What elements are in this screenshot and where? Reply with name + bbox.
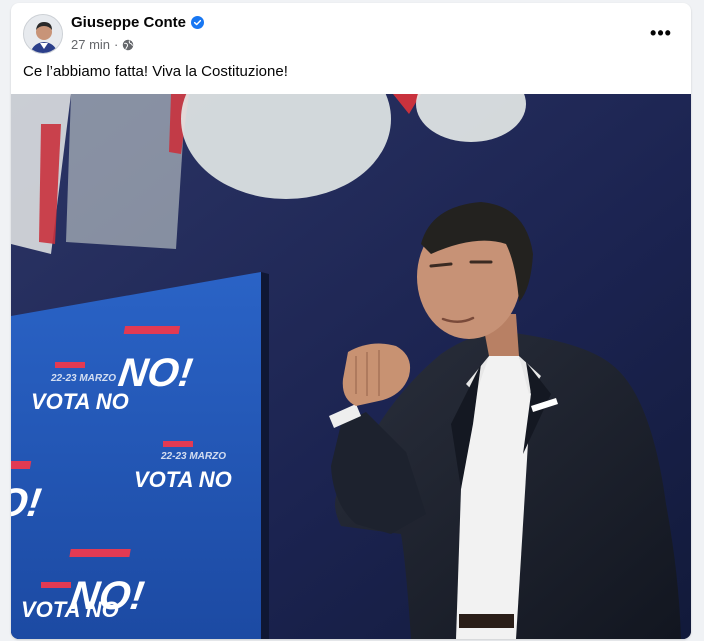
svg-text:VOTA NO: VOTA NO — [134, 467, 232, 492]
public-globe-icon — [122, 39, 134, 51]
svg-text:VOTA NO: VOTA NO — [31, 389, 129, 414]
svg-text:VOTA NO: VOTA NO — [21, 597, 119, 622]
meta-separator: · — [114, 37, 119, 52]
post-timestamp[interactable]: 27 min — [71, 37, 110, 52]
author-name[interactable]: Giuseppe Conte — [71, 14, 186, 31]
more-options-button[interactable]: ••• — [645, 21, 677, 45]
svg-text:22-23 MARZO: 22-23 MARZO — [160, 451, 226, 462]
post-text: Ce l’abbiamo fatta! Viva la Costituzione… — [23, 63, 288, 80]
svg-text:22-23 MARZO: 22-23 MARZO — [50, 373, 116, 384]
post-photo[interactable]: NO! 22-23 MARZO VOTA NO NO! 22-23 MARZO … — [11, 94, 691, 639]
author-avatar[interactable] — [23, 14, 63, 54]
avatar-image — [24, 15, 62, 53]
post-header: Giuseppe Conte 27 min · ••• — [11, 3, 691, 63]
verified-badge-icon — [191, 16, 205, 29]
post-card: Giuseppe Conte 27 min · ••• Ce l’abbiamo… — [11, 3, 691, 639]
